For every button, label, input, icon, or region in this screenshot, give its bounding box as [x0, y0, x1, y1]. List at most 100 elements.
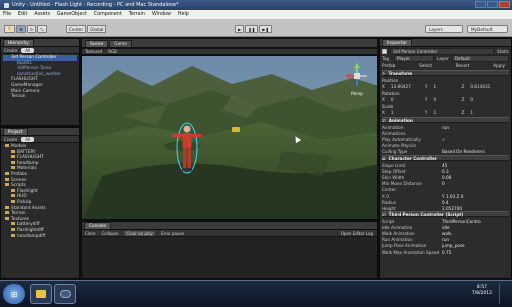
tp-prop-value-field[interactable]: idle [442, 225, 450, 230]
gameobject-name-field[interactable]: 3rd Person Controller [390, 47, 495, 55]
layer-dropdown[interactable]: Default [451, 54, 509, 62]
position-y-field[interactable]: 1 [433, 84, 455, 89]
pivot-global-button[interactable]: Global [87, 25, 107, 33]
menu-gameobject[interactable]: GameObject [57, 12, 87, 17]
cc-prop-label: Min Move Distance [382, 181, 422, 187]
cc-prop-value-field[interactable]: 0 [442, 181, 445, 186]
scale-y-field[interactable]: 1 [433, 110, 455, 115]
tab-project[interactable]: Project [3, 128, 28, 135]
console-clear-button[interactable]: Clear [85, 231, 95, 236]
tab-inspector[interactable]: Inspector [382, 39, 413, 46]
console-error-pause-toggle[interactable]: Error pause [161, 231, 184, 236]
hierarchy-item[interactable]: Terrain [3, 94, 77, 100]
render-mode-dropdown[interactable]: RGB [108, 49, 117, 54]
tab-hierarchy[interactable]: Hierarchy [3, 39, 34, 46]
taskbar-explorer[interactable] [30, 284, 52, 304]
step-button[interactable]: ▶❚ [259, 25, 272, 33]
menu-help[interactable]: Help [178, 12, 189, 17]
play-icon: ▶ [238, 26, 242, 32]
cc-prop-value-field[interactable]: 45 [442, 163, 447, 168]
rotation-x-field[interactable]: 0 [391, 97, 419, 102]
pivot-center-button[interactable]: Center [66, 25, 87, 33]
scale-tool-button[interactable]: ⤡ [37, 25, 47, 33]
console-clear-on-play-toggle[interactable]: Clear on play [124, 230, 155, 236]
project-create-button[interactable]: Create [4, 137, 17, 142]
animation-prop-value-field[interactable]: ✓ [442, 137, 446, 142]
script-enabled-checkbox[interactable]: ☑ [382, 212, 386, 217]
console-collapse-button[interactable]: Collapse [101, 231, 118, 236]
animation-enabled-checkbox[interactable]: ☑ [382, 118, 386, 123]
scale-x-field[interactable]: 1 [391, 110, 419, 115]
animation-header[interactable]: ☑ Animation [382, 117, 509, 123]
tp-prop-value-field[interactable]: 0.75 [442, 250, 451, 255]
axis-gizmo[interactable]: Persp [343, 62, 371, 97]
layout-dropdown[interactable]: MyDefault [467, 25, 508, 33]
rotate-tool-button[interactable]: ↻ [26, 25, 37, 33]
tab-console[interactable]: Console [84, 222, 112, 229]
play-controls: ▶ ❚❚ ▶❚ [235, 25, 272, 33]
cc-prop-value-field[interactable]: 0.3 [442, 169, 449, 174]
pause-button[interactable]: ❚❚ [245, 25, 259, 33]
project-panel: Project Create All Models BATTERY FLASHLIG… [0, 127, 80, 279]
scene-tabbar: Scene Game [81, 38, 378, 48]
close-button[interactable] [499, 1, 510, 8]
show-desktop-button[interactable] [499, 284, 509, 304]
menu-file[interactable]: File [3, 12, 11, 17]
position-z-field[interactable]: 0.814431 [470, 84, 490, 89]
tp-prop-value-field[interactable]: ThirdPersonContro [442, 219, 481, 224]
prefab-revert-button[interactable]: Revert [456, 63, 470, 68]
item-icon [5, 94, 9, 97]
scale-z-field[interactable]: 1 [470, 110, 473, 115]
cc-prop-value-field[interactable]: Y 1.03 Z 0 [442, 194, 463, 199]
position-x-field[interactable]: 13.80427 [391, 84, 419, 89]
system-clock[interactable]: 8:57 7/8/2012 [472, 285, 492, 297]
character-model[interactable] [170, 120, 204, 176]
open-editor-log-button[interactable]: Open Editor Log [341, 231, 373, 236]
tab-game[interactable]: Game [109, 40, 132, 47]
project-item[interactable]: headlampdiff [3, 233, 77, 240]
taskbar-unity[interactable] [54, 284, 76, 304]
rotation-y-field[interactable]: 0 [433, 97, 455, 102]
hand-tool-button[interactable]: ✋ [4, 25, 16, 33]
unity-app-icon [59, 290, 71, 298]
cc-prop-value-field[interactable]: 0.4 [442, 200, 449, 205]
flashlight-object[interactable] [232, 127, 240, 132]
menu-window[interactable]: Window [152, 12, 171, 17]
rotation-z-field[interactable]: 0 [470, 97, 473, 102]
character-controller-header[interactable]: ⬭ Character Controller [382, 155, 509, 161]
hierarchy-search-input[interactable]: All [21, 47, 35, 53]
maximize-button[interactable] [487, 1, 498, 8]
cc-prop-value-field[interactable]: 0.08 [442, 175, 451, 180]
start-button[interactable]: ⊞ [3, 284, 25, 304]
play-button[interactable]: ▶ [235, 25, 245, 33]
tag-dropdown[interactable]: Player [394, 54, 434, 62]
move-tool-button[interactable]: ✥ [16, 25, 26, 33]
static-checkbox[interactable]: Static [497, 49, 509, 54]
tp-prop-value-field[interactable]: jump_pose [442, 243, 465, 248]
menu-terrain[interactable]: Terrain [129, 12, 145, 17]
prefab-apply-button[interactable]: Apply [493, 63, 505, 68]
minimize-button[interactable] [475, 1, 486, 8]
animation-prop-label: Animations [382, 130, 406, 136]
prefab-select-button[interactable]: Select [419, 63, 432, 68]
shading-mode-dropdown[interactable]: Textured [85, 49, 102, 54]
third-person-controller-header[interactable]: ☑ Third Person Controller (Script) [382, 211, 509, 217]
unity-logo-icon [4, 2, 9, 8]
cc-prop-row: X 0 Y 1.03 Z 0 [382, 193, 509, 199]
tp-prop-value-field[interactable]: walk [442, 231, 452, 236]
animation-prop-value-field[interactable]: run [442, 125, 449, 130]
menu-assets[interactable]: Assets [34, 12, 50, 17]
menu-edit[interactable]: Edit [18, 12, 27, 17]
cc-prop-label: Slope Limit [382, 162, 406, 168]
gameobject-active-checkbox[interactable] [382, 48, 387, 54]
transform-header[interactable]: ⊹ Transform [382, 70, 509, 76]
animation-prop-value-field[interactable]: Based On Renderers [442, 149, 485, 154]
layers-dropdown[interactable]: Layers [425, 25, 463, 33]
scene-viewport[interactable]: Persp [81, 55, 378, 220]
tp-prop-value-field[interactable]: run [442, 237, 449, 242]
scale-fields: X1 Y1 Z1 [382, 109, 473, 115]
tab-scene[interactable]: Scene [85, 40, 109, 47]
project-search-input[interactable]: All [21, 136, 35, 142]
hierarchy-create-button[interactable]: Create [4, 48, 17, 53]
menu-component[interactable]: Component [94, 12, 122, 17]
